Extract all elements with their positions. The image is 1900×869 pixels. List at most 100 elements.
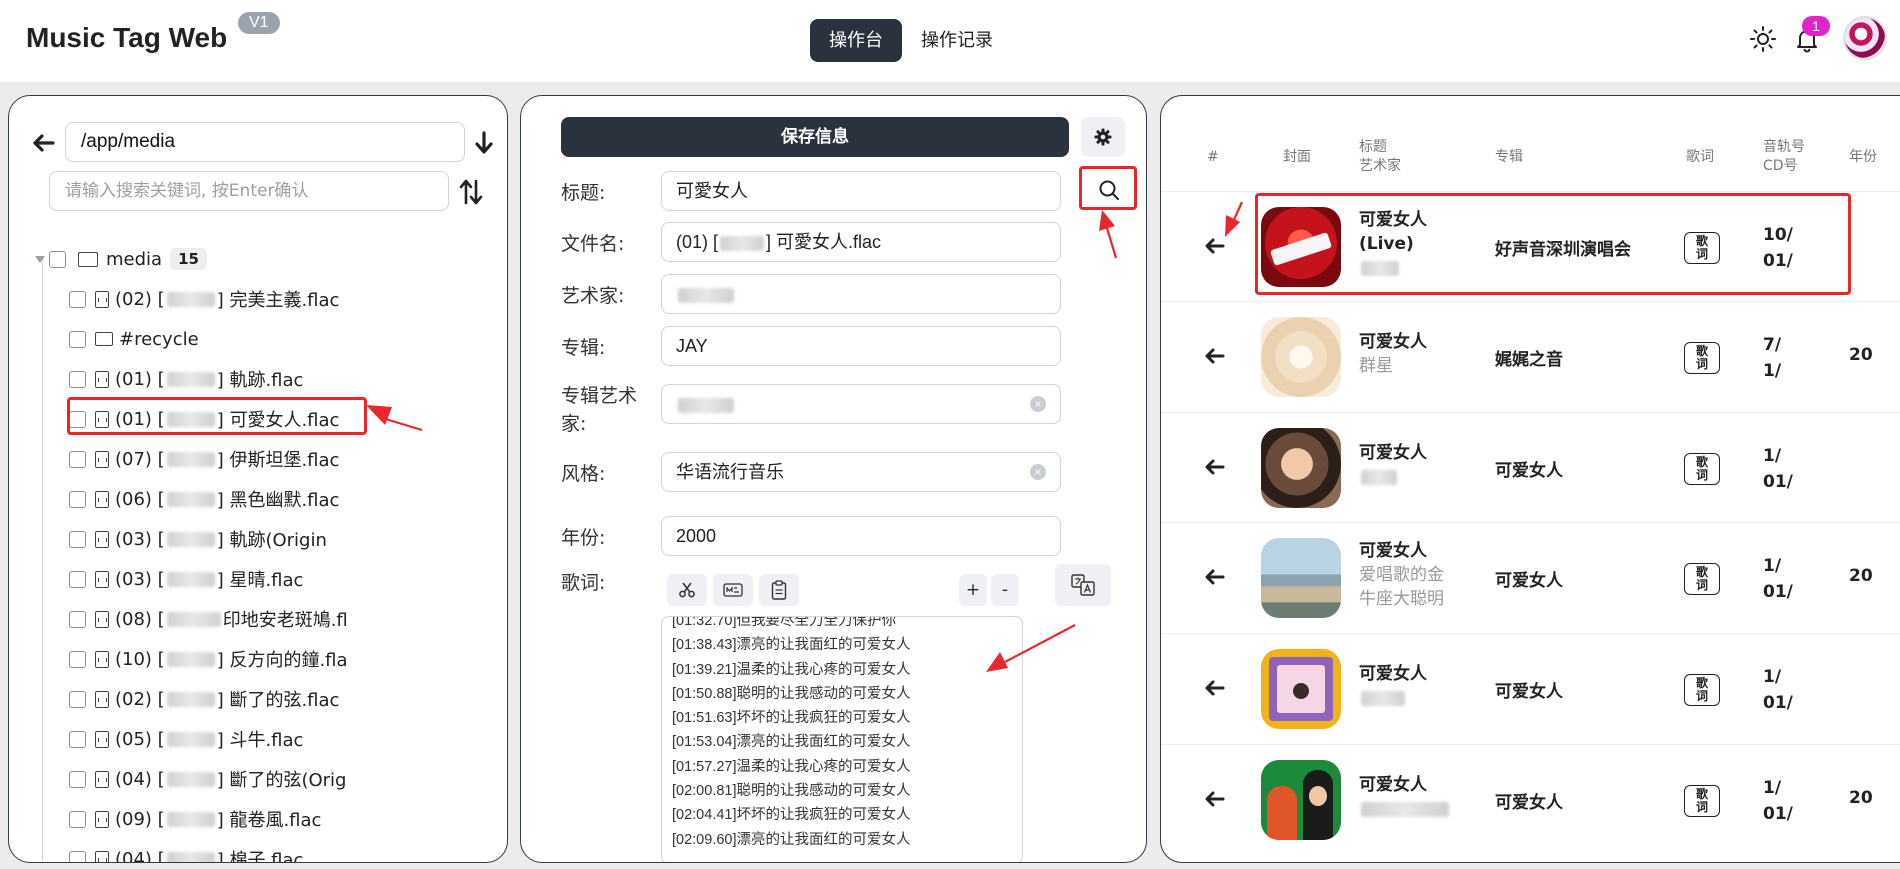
table-row[interactable]: 可爱女人 可爱女人 歌词 1/01/ 20 [1161, 744, 1900, 854]
artist-input[interactable] [661, 274, 1061, 314]
file-code-icon [95, 850, 109, 862]
item-checkbox[interactable] [69, 770, 86, 788]
title-input[interactable]: 可愛女人 [661, 171, 1061, 211]
apply-arrow-icon[interactable] [1203, 236, 1225, 256]
item-name: ] 伊斯坦堡.flac [216, 450, 340, 471]
year-input[interactable]: 2000 [661, 516, 1061, 556]
lyrics-button[interactable]: 歌词 [1684, 342, 1720, 374]
item-checkbox[interactable] [69, 330, 86, 348]
album-input[interactable]: JAY [661, 326, 1061, 366]
path-input[interactable]: /app/media [65, 122, 465, 162]
sun-icon[interactable] [1748, 24, 1778, 54]
album-artist-label-line2: 家: [561, 413, 587, 435]
table-row[interactable]: 可爱女人 可爱女人 歌词 1/01/ [1161, 412, 1900, 522]
blurred-artist [166, 371, 215, 387]
lyrics-pill-char: 歌 [1695, 565, 1708, 579]
item-checkbox[interactable] [69, 850, 86, 862]
offset-minus-button[interactable]: - [991, 574, 1019, 606]
filename-input[interactable]: (01) [] 可愛女人.flac [661, 222, 1061, 262]
apply-arrow-icon[interactable] [1203, 678, 1225, 698]
lyrics-button[interactable]: 歌词 [1684, 785, 1720, 817]
item-prefix: (10) [ [115, 648, 165, 670]
album-artist-input[interactable]: × [661, 384, 1061, 424]
row-title: 可爱女人 [1359, 775, 1427, 795]
list-item[interactable]: (02) [] 完美主義.flac [69, 279, 348, 319]
tab-workbench[interactable]: 操作台 [810, 19, 902, 62]
list-item[interactable]: (07) [] 伊斯坦堡.flac [69, 439, 348, 479]
save-info-button[interactable]: 保存信息 [561, 117, 1069, 157]
row-artist: 爱唱歌的金 [1359, 565, 1444, 585]
album-artist-label: 专辑艺术 家: [561, 382, 637, 438]
table-row[interactable]: 可爱女人 群星 娓娓之音 歌词 7/1/ 20 [1161, 301, 1900, 411]
lyrics-button[interactable]: 歌词 [1684, 563, 1720, 595]
tree-root-folder[interactable]: media 15 [35, 244, 207, 274]
lyrics-textarea[interactable]: [01:32.70]但我要尽全力全力保护你 [01:38.43]漂亮的让我面红的… [661, 616, 1023, 862]
blurred-artist [166, 771, 215, 787]
table-row[interactable]: 可爱女人 爱唱歌的金 牛座大聪明 可爱女人 歌词 1/01/ 20 [1161, 522, 1900, 632]
format-button[interactable] [713, 574, 753, 606]
notification-badge: 1 [1802, 16, 1830, 36]
item-checkbox[interactable] [69, 370, 86, 388]
item-checkbox[interactable] [69, 490, 86, 508]
clear-icon[interactable]: × [1030, 396, 1046, 412]
list-item[interactable]: #recycle [69, 319, 348, 359]
col-album: 专辑 [1495, 149, 1523, 165]
item-name: ] 反方向的鐘.fla [216, 650, 348, 671]
lyric-line: [02:00.81]聪明的让我感动的可爱女人 [672, 783, 911, 800]
row-artist [1359, 686, 1407, 710]
list-item[interactable]: (04) [] 斷了的弦(Orig [69, 759, 348, 799]
col-track: 音轨号 [1763, 139, 1805, 155]
clear-icon[interactable]: × [1030, 464, 1046, 480]
list-item[interactable]: (01) [] 軌跡.flac [69, 359, 348, 399]
lyrics-button[interactable]: 歌词 [1684, 453, 1720, 485]
genre-input[interactable]: 华语流行音乐 × [661, 452, 1061, 492]
caret-down-icon[interactable] [35, 255, 45, 263]
list-item[interactable]: (09) [] 龍卷風.flac [69, 799, 348, 839]
sort-icon[interactable] [458, 178, 484, 206]
item-checkbox[interactable] [69, 530, 86, 548]
down-arrow-icon[interactable] [474, 130, 494, 156]
lyrics-pill-char: 歌 [1695, 787, 1708, 801]
apply-arrow-icon[interactable] [1203, 789, 1225, 809]
list-item[interactable]: (03) [] 軌跡(Origin [69, 519, 348, 559]
search-tag-button[interactable] [1079, 166, 1137, 210]
item-checkbox[interactable] [69, 810, 86, 828]
item-checkbox[interactable] [69, 450, 86, 468]
paste-button[interactable] [759, 574, 799, 606]
list-item[interactable]: (03) [] 星晴.flac [69, 559, 348, 599]
user-avatar[interactable] [1843, 16, 1887, 60]
search-input[interactable]: 请输入搜索关键词, 按Enter确认 [49, 171, 449, 211]
item-checkbox[interactable] [69, 610, 86, 628]
lyric-line: [01:53.04]漂亮的让我面红的可爱女人 [672, 734, 911, 751]
col-title-artist: 标题 艺术家 [1359, 138, 1401, 176]
back-arrow-icon[interactable] [31, 133, 55, 153]
item-checkbox[interactable] [69, 290, 86, 308]
item-prefix: (02) [ [115, 288, 165, 310]
list-item[interactable]: (08) [印地安老斑鳩.fl [69, 599, 348, 639]
translate-button[interactable] [1055, 564, 1111, 606]
list-item[interactable]: (10) [ ] 反方向的鐘.fla [69, 639, 348, 679]
item-checkbox[interactable] [69, 650, 86, 668]
apply-arrow-icon[interactable] [1203, 567, 1225, 587]
title-label: 标题: [561, 182, 606, 204]
offset-plus-button[interactable]: + [959, 574, 987, 606]
list-item[interactable]: (05) [] 斗牛.flac [69, 719, 348, 759]
scissors-button[interactable] [667, 574, 707, 606]
list-item[interactable]: (02) [] 斷了的弦.flac [69, 679, 348, 719]
settings-button[interactable] [1081, 117, 1125, 157]
apply-arrow-icon[interactable] [1203, 457, 1225, 477]
item-checkbox[interactable] [69, 570, 86, 588]
apply-arrow-icon[interactable] [1203, 346, 1225, 366]
list-item[interactable]: (04) [] 棉子.flac [69, 839, 348, 862]
item-checkbox[interactable] [69, 690, 86, 708]
item-checkbox[interactable] [69, 730, 86, 748]
table-row[interactable]: 可爱女人 可爱女人 歌词 1/01/ [1161, 633, 1900, 743]
filename-suffix: ] 可愛女人.flac [766, 232, 882, 252]
row-year: 20 [1849, 788, 1873, 808]
list-item[interactable]: (06) [] 黑色幽默.flac [69, 479, 348, 519]
blurred-artist [166, 451, 215, 467]
tab-operation-log[interactable]: 操作记录 [902, 19, 1012, 62]
lyrics-button[interactable]: 歌词 [1684, 674, 1720, 706]
root-checkbox[interactable] [49, 250, 66, 268]
row-artist [1359, 465, 1399, 489]
